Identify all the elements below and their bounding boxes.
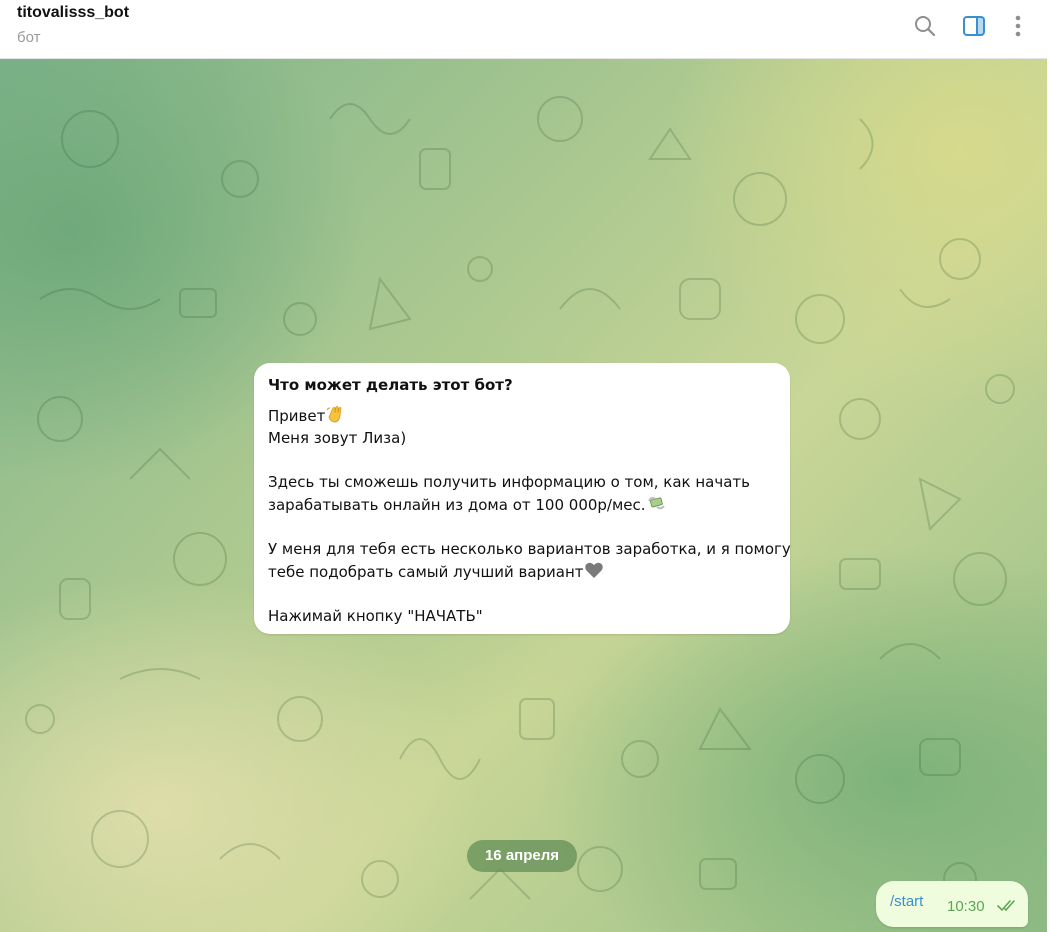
message-text: тебе подобрать самый лучший вариант <box>268 563 584 581</box>
message-text: зарабатывать онлайн из дома от 100 000р/… <box>268 496 646 514</box>
chat-header: titovalisss_bot бот <box>0 0 1049 59</box>
message-line: зарабатывать онлайн из дома от 100 000р/… <box>268 493 776 516</box>
grey-heart-icon <box>584 560 604 580</box>
chat-title[interactable]: titovalisss_bot <box>17 4 129 22</box>
waving-hand-icon <box>325 404 345 424</box>
chat-area[interactable]: Что может делать этот бот? Привет Меня з… <box>0 59 1047 932</box>
message-line: У меня для тебя есть несколько вариантов… <box>268 540 791 558</box>
message-time: 10:30 <box>947 898 985 915</box>
message-line: Меня зовут Лиза) <box>268 429 407 447</box>
message-text: Привет <box>268 407 326 425</box>
message-line: Здесь ты сможешь получить информацию о т… <box>268 473 751 491</box>
outgoing-message: /start 10:30 <box>876 881 1028 927</box>
chat-subtitle: бот <box>17 29 41 46</box>
date-divider: 16 апреля <box>467 840 577 872</box>
message-heading: Что может делать этот бот? <box>268 376 513 394</box>
money-with-wings-icon <box>646 493 666 513</box>
search-icon[interactable] <box>911 12 939 40</box>
sidebar-panel-icon[interactable] <box>960 12 988 40</box>
read-double-check-icon <box>997 900 1015 912</box>
message-line: тебе подобрать самый лучший вариант <box>268 560 776 583</box>
message-line: Нажимай кнопку "НАЧАТЬ" <box>268 607 483 625</box>
message-line: Привет <box>268 404 776 427</box>
start-command-link[interactable]: /start <box>890 893 923 910</box>
more-vertical-icon[interactable] <box>1004 12 1032 40</box>
bot-description-message: Что может делать этот бот? Привет Меня з… <box>254 363 791 634</box>
